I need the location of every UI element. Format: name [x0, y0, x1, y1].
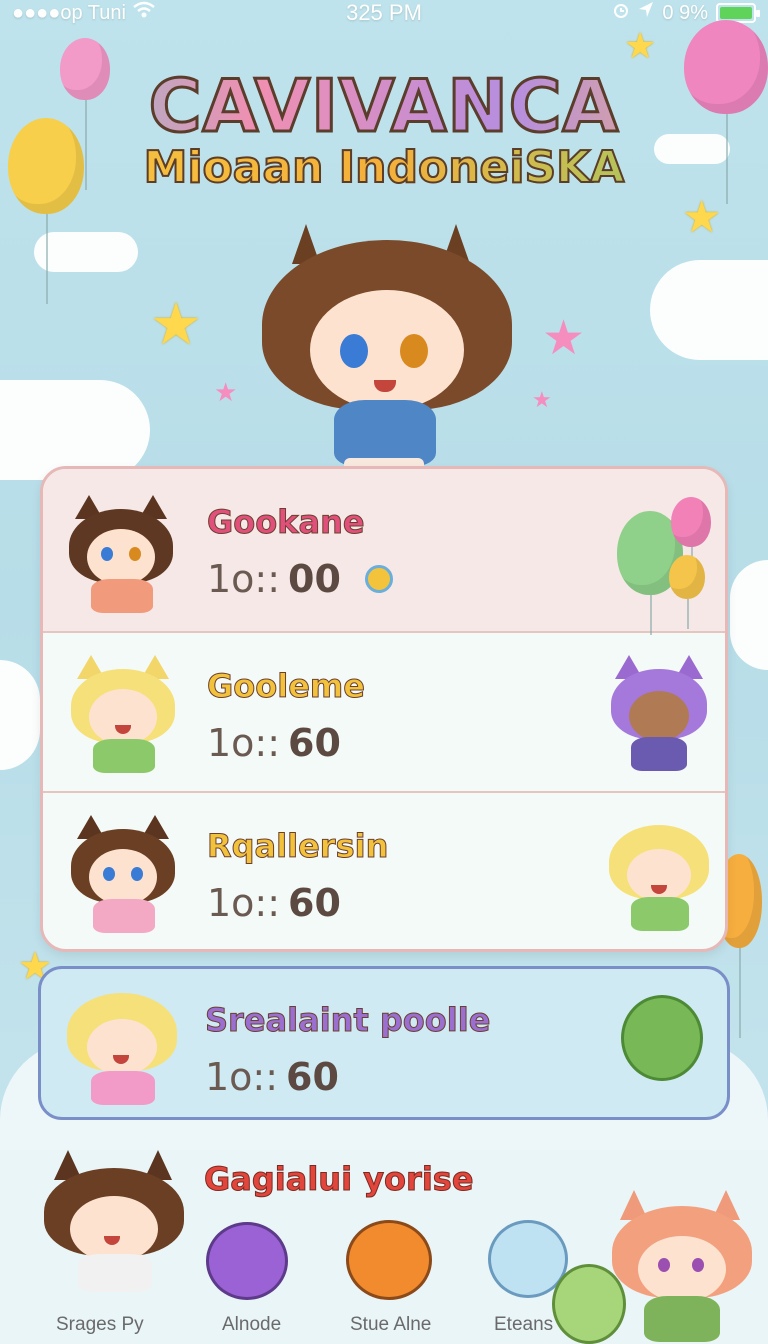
player-name: Gookane — [207, 503, 366, 542]
star-decoration: ★ — [214, 378, 238, 408]
score-prefix: 1o:: — [207, 557, 281, 601]
leaderboard-row[interactable]: Rqallersin 1o:: 60 — [43, 793, 725, 949]
orange-pet-icon[interactable] — [346, 1220, 432, 1300]
bottom-tab-bar: Srages Py Alnode Stue Alne Eteans — [0, 1304, 768, 1344]
balloon-decoration — [671, 497, 711, 577]
cloud-decoration — [730, 560, 768, 670]
wifi-icon — [132, 1, 156, 25]
alarm-icon — [612, 1, 630, 25]
leaderboard-row[interactable]: Gookane 1o:: 00 — [43, 469, 725, 635]
avatar — [69, 491, 173, 615]
leaderboard-row[interactable]: Gooleme 1o:: 60 — [43, 633, 725, 793]
status-bar: ●●●●op Tuni 325 PM 0 9% — [0, 0, 768, 26]
avatar — [71, 651, 175, 775]
score-prefix: 1o:: — [207, 721, 281, 765]
score-value: 60 — [288, 881, 341, 925]
score-value: 00 — [288, 557, 341, 601]
battery-percent: 0 9% — [662, 1, 708, 24]
score-prefix: 1o:: — [207, 881, 281, 925]
green-pet-icon — [621, 995, 703, 1081]
row-info: Gooleme 1o:: 60 — [207, 667, 366, 766]
star-decoration: ★ — [542, 310, 586, 366]
player-name: Srealaint poolle — [204, 1001, 491, 1040]
player-score: 1o:: 60 — [205, 1055, 490, 1099]
tab-label[interactable]: Eteans — [494, 1314, 553, 1336]
cloud-decoration — [650, 260, 768, 360]
app-title: CAVIVANCA — [0, 63, 768, 150]
leaderboard-panel: Gookane 1o:: 00 Gooleme 1o:: 60 Rqallers… — [40, 466, 728, 952]
location-icon — [638, 1, 654, 25]
player-score: 1o:: 60 — [207, 721, 365, 765]
purple-pet-icon[interactable] — [206, 1222, 288, 1300]
highlight-card[interactable]: Srealaint poolle 1o:: 60 — [38, 966, 730, 1120]
star-decoration: ★ — [624, 26, 657, 67]
score-value: 60 — [286, 1055, 339, 1099]
clock: 325 PM — [346, 0, 422, 25]
balloon-decoration — [669, 555, 705, 629]
player-score: 1o:: 60 — [207, 881, 388, 925]
cloud-decoration — [0, 380, 150, 480]
tab-label[interactable]: Srages Py — [56, 1314, 144, 1336]
avatar — [67, 983, 177, 1109]
tab-label[interactable]: Stue Alne — [350, 1314, 431, 1336]
score-value: 60 — [288, 721, 341, 765]
coin-icon[interactable] — [364, 565, 393, 593]
row-info: Srealaint poolle 1o:: 60 — [204, 1001, 491, 1100]
star-decoration: ★ — [150, 290, 202, 358]
star-decoration: ★ — [532, 388, 552, 413]
cloud-decoration — [0, 660, 40, 770]
avatar — [44, 1144, 184, 1294]
score-prefix: 1o:: — [205, 1055, 279, 1099]
row-info: Rqallersin 1o:: 60 — [206, 827, 389, 926]
row-info: Gookane 1o:: 00 — [207, 503, 393, 601]
avatar — [71, 811, 175, 935]
star-decoration: ★ — [682, 192, 722, 243]
cloud-decoration — [34, 232, 138, 272]
tab-label[interactable]: Alnode — [222, 1314, 281, 1336]
carrier-label: ●●●●op Tuni — [12, 1, 126, 24]
player-name: Rqallersin — [206, 827, 389, 866]
avatar — [611, 653, 707, 773]
player-name: Gooleme — [207, 667, 366, 706]
mascot-character — [262, 210, 512, 500]
app-subtitle: Mioaan IndoneiSKA — [0, 141, 768, 194]
avatar — [609, 811, 709, 935]
player-score: 1o:: 00 — [207, 557, 393, 601]
section-title: Gagialui yorise — [204, 1160, 475, 1199]
